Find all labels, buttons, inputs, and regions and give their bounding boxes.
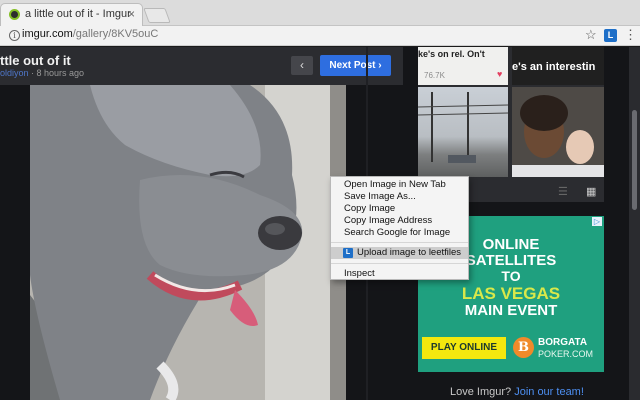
browser-tab[interactable]: a little out of it - Imgur × <box>0 3 143 26</box>
footer-prefix: Love Imgur? <box>450 386 515 398</box>
bookmark-star-icon[interactable]: ☆ <box>585 27 597 43</box>
new-tab-button[interactable] <box>143 8 171 23</box>
thumbnail-caption-2: e's an interestin <box>512 61 596 73</box>
borgata-logo-icon: B <box>513 337 534 358</box>
page-content: ttle out of it oldiyon · 8 hours ago ‹ N… <box>0 47 640 400</box>
post-author-link[interactable]: oldiyon <box>0 68 29 78</box>
post-time: · 8 hours ago <box>28 68 85 78</box>
menu-item-copy-image[interactable]: Copy Image <box>331 203 468 215</box>
menu-separator <box>331 242 468 243</box>
grid-view-icon[interactable]: ▦ <box>586 185 596 198</box>
menu-item-copy-image-address[interactable]: Copy Image Address <box>331 215 468 227</box>
post-title: ttle out of it <box>0 53 71 68</box>
thumbnail-3[interactable] <box>418 87 508 177</box>
heart-icon[interactable]: ♥ <box>497 69 502 79</box>
tab-title: a little out of it - Imgur <box>25 8 131 20</box>
adchoices-icon[interactable]: ▷ <box>591 217 602 226</box>
tab-bar: a little out of it - Imgur × <box>0 0 640 26</box>
selfie-image <box>512 87 604 177</box>
join-team-link[interactable]: Join our team! <box>514 386 584 398</box>
url-host: imgur.com <box>22 28 73 40</box>
post-meta: oldiyon · 8 hours ago <box>0 68 84 78</box>
ad-brand-domain: POKER.COM <box>538 349 594 359</box>
menu-separator <box>331 263 468 264</box>
menu-item-open-image-new-tab[interactable]: Open Image in New Tab <box>331 179 468 191</box>
browser-toolbar: i imgur.com/gallery/8KV5ouC ☆ L ⋮ <box>0 26 640 46</box>
url-path: /gallery/8KV5ouC <box>72 28 159 40</box>
post-header: ttle out of it oldiyon · 8 hours ago ‹ N… <box>0 47 403 85</box>
menu-item-inspect[interactable]: Inspect <box>331 268 468 280</box>
ad-headline-5: MAIN EVENT <box>464 302 558 319</box>
menu-item-search-google-image[interactable]: Search Google for Image <box>331 227 468 239</box>
thumbnail-2[interactable]: e's an interestin <box>512 47 604 85</box>
leetfiles-extension-icon[interactable]: L <box>604 29 617 42</box>
menu-item-upload-leetfiles[interactable]: L Upload image to leetfiles <box>331 247 468 259</box>
thumbnail-4[interactable] <box>512 87 604 177</box>
view-count: 76.7K <box>424 71 445 80</box>
leetfiles-icon: L <box>343 248 353 258</box>
footer-promo: Love Imgur? Join our team! <box>450 386 584 398</box>
page-scrollbar[interactable] <box>629 47 640 400</box>
address-bar[interactable]: imgur.com/gallery/8KV5ouC <box>22 28 158 40</box>
ad-play-online-button[interactable]: PLAY ONLINE <box>422 337 506 359</box>
ad-headline-4: LAS VEGAS <box>461 284 561 303</box>
menu-item-save-image-as[interactable]: Save Image As... <box>331 191 468 203</box>
context-menu: Open Image in New Tab Save Image As... C… <box>330 176 469 280</box>
site-info-icon[interactable]: i <box>9 30 20 41</box>
sleeping-dog-image <box>30 85 346 400</box>
imgur-favicon-icon <box>9 9 20 20</box>
tab-close-icon[interactable]: × <box>128 7 135 21</box>
ad-brand-name: BORGATA <box>538 337 588 348</box>
menu-item-upload-leetfiles-label: Upload image to leetfiles <box>357 247 462 258</box>
previous-post-button[interactable]: ‹ <box>291 56 313 75</box>
post-image[interactable] <box>30 85 346 400</box>
scrollbar-thumb[interactable] <box>632 110 637 210</box>
list-view-icon[interactable]: ☰ <box>558 185 568 198</box>
next-post-button[interactable]: Next Post › <box>320 55 391 76</box>
browser-menu-icon[interactable]: ⋮ <box>624 27 637 43</box>
power-lines-image <box>418 92 508 163</box>
thumbnail-caption-1: ke's on rel. On't <box>418 49 485 59</box>
